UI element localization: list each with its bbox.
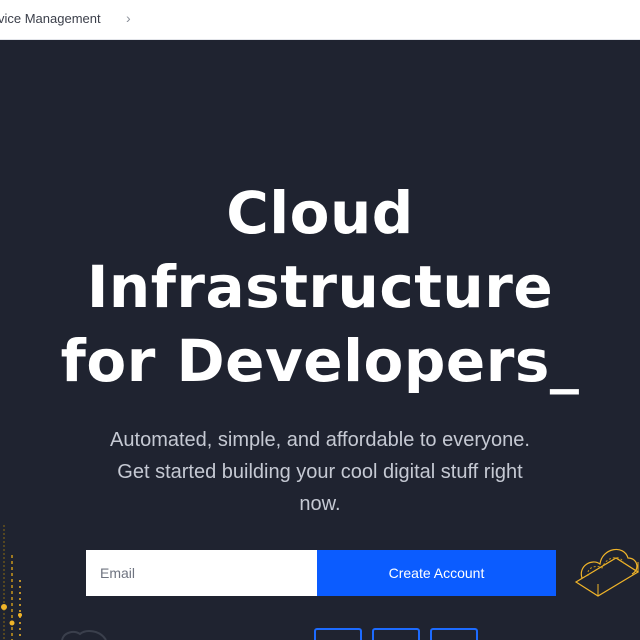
email-input[interactable] [86,550,317,596]
hero-title-text: for Developers [60,327,550,395]
create-account-button[interactable]: Create Account [317,550,556,596]
hero-subtitle: Automated, simple, and affordable to eve… [110,429,530,515]
breadcrumb-item[interactable]: vice Management [0,11,101,26]
signup-form: Create Account [86,550,556,596]
feature-card[interactable] [430,628,478,640]
top-bar: vice Management › [0,0,640,40]
feature-card[interactable] [372,628,420,640]
hero-title-line: for Developers_ [0,324,640,398]
chevron-right-icon: › [126,10,131,26]
hero-title: Cloud Infrastructure for Developers_ [0,176,640,398]
hero-title-line: Infrastructure [86,253,554,321]
typing-cursor: _ [549,327,580,395]
hero-title-line: Cloud [226,179,414,247]
circuit-decoration-icon [1,525,22,640]
feature-card[interactable] [314,628,362,640]
cloud-wireframe-decoration-icon [574,548,640,597]
hero-section: Cloud Infrastructure for Developers_ Aut… [0,40,640,640]
cloud-outline-icon [61,630,107,640]
